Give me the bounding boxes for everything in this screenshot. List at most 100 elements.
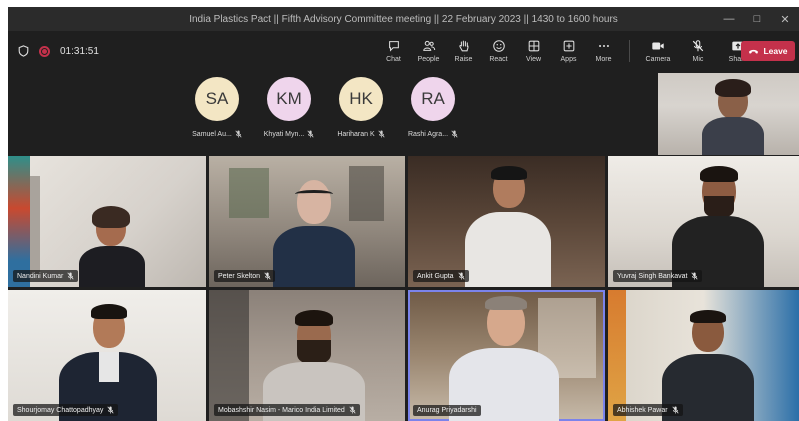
toolbar-divider — [629, 40, 630, 62]
shield-icon[interactable] — [18, 45, 29, 57]
participant-name-label: Shourjomay Chattopadhyay — [17, 406, 104, 414]
camera-button[interactable]: Camera — [638, 39, 678, 63]
self-video-preview[interactable] — [658, 73, 799, 155]
more-icon — [598, 44, 609, 48]
mic-off-icon — [235, 130, 242, 138]
video-tile[interactable]: Nandini Kumar — [8, 156, 206, 287]
participant-name-label: Peter Skelton — [218, 272, 261, 280]
chat-label: Chat — [386, 56, 401, 63]
phone-hangup-icon — [749, 49, 759, 54]
apps-label: Apps — [560, 56, 577, 63]
video-grid: Nandini Kumar Peter Skelton Ankit Gupta — [8, 156, 799, 421]
participant-name-tag: Shourjomay Chattopadhyay — [13, 404, 119, 416]
title-bar: India Plastics Pact || Fifth Advisory Co… — [8, 7, 799, 31]
participant-name-label: Ankit Gupta — [417, 272, 454, 280]
person-figure — [668, 166, 768, 287]
react-label: React — [489, 56, 508, 63]
more-button[interactable]: More — [586, 39, 621, 63]
mic-off-icon — [264, 272, 271, 280]
participant-name-tag: Mobashshir Nasim - Marico India Limited — [214, 404, 360, 416]
mic-off-icon — [691, 272, 699, 280]
view-label: View — [525, 56, 542, 63]
camera-icon — [652, 42, 664, 50]
video-tile[interactable]: Peter Skelton — [209, 156, 405, 287]
minimize-icon[interactable]: — — [715, 7, 743, 31]
maximize-icon[interactable]: □ — [743, 7, 771, 31]
avatar: KM — [267, 77, 311, 121]
mic-off-icon — [671, 406, 679, 414]
avatar-initials: KM — [276, 89, 302, 108]
window-controls: — □ ✕ — [715, 7, 799, 31]
more-label: More — [595, 56, 612, 63]
participant-name-label: Khyati Myn... — [263, 130, 305, 138]
participant-name-tag: Nandini Kumar — [13, 270, 79, 282]
participant-name-label: Abhishek Pawar — [617, 406, 668, 414]
participant-name-label: Hariharan K — [337, 130, 375, 138]
chat-button[interactable]: Chat — [376, 39, 411, 63]
people-label: People — [417, 56, 440, 63]
participant-name-tag: Anurag Priyadarshi — [413, 405, 481, 416]
avatar-list: SA Samuel Au... KM Khyati Myn... HK Hari… — [188, 77, 462, 138]
audio-participants-strip: SA Samuel Au... KM Khyati Myn... HK Hari… — [8, 71, 799, 155]
participant-name-label: Anurag Priyadarshi — [417, 407, 477, 414]
avatar-initials: HK — [349, 89, 373, 108]
participant-name-label: Mobashshir Nasim - Marico India Limited — [218, 406, 345, 414]
video-tile[interactable]: Mobashshir Nasim - Marico India Limited — [209, 290, 405, 421]
mic-off-icon — [67, 272, 74, 280]
participant-avatar[interactable]: RA Rashi Agra... — [404, 77, 462, 138]
people-button[interactable]: People — [411, 39, 446, 63]
leave-button[interactable]: Leave — [741, 41, 795, 61]
participant-avatar[interactable]: SA Samuel Au... — [188, 77, 246, 138]
participant-name-tag: Ankit Gupta — [413, 270, 469, 282]
video-tile[interactable]: Ankit Gupta — [408, 156, 605, 287]
close-icon[interactable]: ✕ — [771, 7, 799, 31]
participant-avatar[interactable]: HK Hariharan K — [332, 77, 390, 138]
hand-icon — [458, 40, 468, 52]
leave-label: Leave — [763, 46, 788, 56]
meeting-timer: 01:31:51 — [60, 45, 99, 57]
video-tile[interactable]: Shourjomay Chattopadhyay — [8, 290, 206, 421]
participant-name-tag: Yuvraj Singh Bankavat — [613, 270, 703, 282]
person-figure — [698, 79, 768, 155]
mic-off-icon — [307, 130, 314, 138]
raise-label: Raise — [454, 56, 473, 63]
mic-off-icon — [457, 272, 465, 280]
participant-name-label: Yuvraj Singh Bankavat — [617, 272, 688, 280]
grid-view-icon — [528, 40, 539, 52]
mic-off-icon — [451, 130, 458, 138]
recording-icon — [39, 45, 50, 57]
mic-off-icon — [107, 406, 114, 414]
participant-name: Hariharan K — [337, 130, 385, 138]
view-button[interactable]: View — [516, 39, 551, 63]
avatar: HK — [339, 77, 383, 121]
participant-name-tag: Peter Skelton — [214, 270, 276, 282]
meeting-toolbar: 01:31:51 Chat People Raise React View Ap… — [8, 31, 799, 71]
chat-icon — [388, 41, 399, 52]
video-tile-active-speaker[interactable]: Anurag Priyadarshi — [408, 290, 605, 421]
video-tile[interactable]: Yuvraj Singh Bankavat — [608, 156, 799, 287]
avatar: RA — [411, 77, 455, 121]
apps-icon — [563, 40, 574, 52]
video-tile[interactable]: Abhishek Pawar — [608, 290, 799, 421]
apps-button[interactable]: Apps — [551, 39, 586, 63]
meeting-info: 01:31:51 — [18, 31, 99, 71]
react-button[interactable]: React — [481, 39, 516, 63]
person-figure — [443, 296, 563, 421]
avatar: SA — [195, 77, 239, 121]
participant-name-label: Rashi Agra... — [407, 130, 449, 138]
smiley-icon — [492, 40, 505, 52]
window-title: India Plastics Pact || Fifth Advisory Co… — [189, 13, 618, 25]
participant-avatar[interactable]: KM Khyati Myn... — [260, 77, 318, 138]
participant-name: Rashi Agra... — [408, 130, 458, 138]
participant-name-tag: Abhishek Pawar — [613, 404, 683, 416]
participant-name-label: Samuel Au... — [192, 130, 232, 138]
people-icon — [422, 40, 435, 51]
toolbar-actions: Chat People Raise React View Apps More C… — [376, 31, 758, 71]
raise-hand-button[interactable]: Raise — [446, 39, 481, 63]
mic-label: Mic — [692, 56, 704, 63]
participant-name: Khyati Myn... — [264, 130, 314, 138]
mic-button[interactable]: Mic — [678, 39, 718, 63]
mic-off-icon — [378, 130, 385, 138]
person-figure — [73, 206, 153, 287]
mic-off-icon — [692, 40, 704, 52]
